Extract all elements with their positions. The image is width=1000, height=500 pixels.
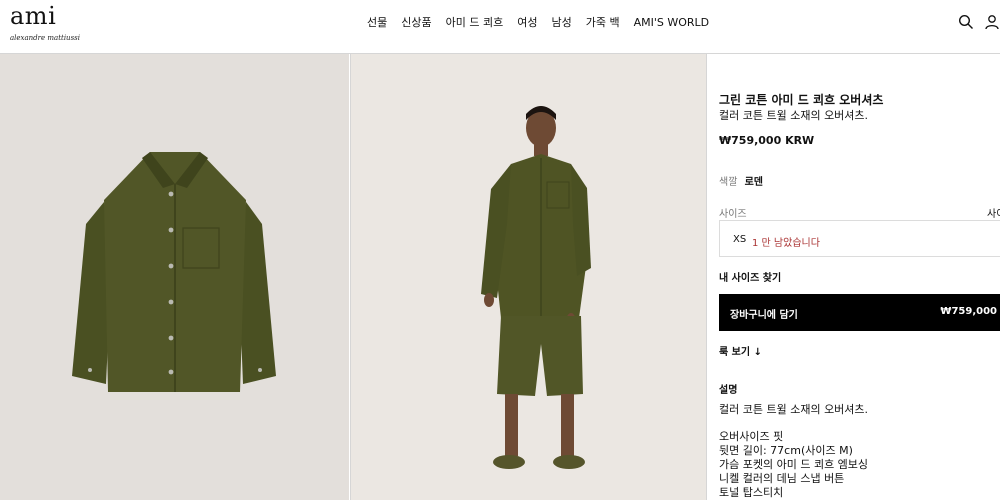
size-option-label: XS xyxy=(733,234,747,245)
detail-item: 토널 탑스티치 xyxy=(719,486,784,499)
detail-item: 오버사이즈 핏 xyxy=(719,430,784,443)
account-icon[interactable] xyxy=(984,14,1000,30)
header-icons xyxy=(958,14,1000,30)
color-row: 색깔 로덴 xyxy=(719,173,763,188)
add-to-cart-button[interactable]: 장바구니에 담기 ₩759,000 xyxy=(719,294,1000,331)
product-info-panel: 그린 코튼 아미 드 쾨흐 오버셔츠 컬러 코튼 트윌 소재의 오버셔츠. ₩7… xyxy=(719,54,1000,500)
nav-item-ami-de-coeur[interactable]: 아미 드 쾨흐 xyxy=(439,14,511,32)
view-look-link[interactable]: 룩 보기 ↓ xyxy=(719,343,762,358)
add-to-cart-label: 장바구니에 담기 xyxy=(730,310,798,321)
nav-item-leather-bags[interactable]: 가죽 백 xyxy=(579,14,627,32)
size-guide-link[interactable]: 사이 xyxy=(987,205,1000,220)
size-label: 사이즈 xyxy=(719,209,747,220)
add-to-cart-price: ₩759,000 xyxy=(940,306,997,317)
logo-text: ami xyxy=(10,2,57,30)
shirt-illustration xyxy=(72,152,276,392)
shirt-product-image[interactable] xyxy=(0,54,349,500)
product-subtitle: 컬러 코튼 트윌 소재의 오버셔츠. xyxy=(719,109,869,122)
nav-item-gifts[interactable]: 선물 xyxy=(360,14,394,32)
size-option-xs[interactable]: XS 1 만 남았습니다 xyxy=(719,220,1000,257)
detail-item: 니켈 컬러의 데님 스냅 버튼 xyxy=(719,472,845,485)
brand-logo[interactable]: ami alexandre mattiussi xyxy=(10,2,80,48)
nav-item-amis-world[interactable]: AMI'S WORLD xyxy=(627,14,717,32)
product-price: ₩759,000 KRW xyxy=(719,134,815,147)
search-icon[interactable] xyxy=(958,14,974,30)
main-nav: 선물 신상품 아미 드 쾨흐 여성 남성 가죽 백 AMI'S WORLD xyxy=(360,14,716,32)
color-value: 로덴 xyxy=(744,177,763,188)
color-label: 색깔 xyxy=(719,177,738,188)
description-heading: 설명 xyxy=(719,385,738,396)
nav-item-women[interactable]: 여성 xyxy=(510,14,544,32)
description-text: 컬러 코튼 트윌 소재의 오버셔츠. xyxy=(719,403,869,416)
logo-subtext: alexandre mattiussi xyxy=(10,34,80,42)
site-header: ami alexandre mattiussi 선물 신상품 아미 드 쾨흐 여… xyxy=(0,0,1000,54)
stock-notice: 1 만 남았습니다 xyxy=(752,238,820,249)
model-wearing-shirt-image[interactable] xyxy=(350,54,706,500)
nav-item-new[interactable]: 신상품 xyxy=(394,14,438,32)
model-illustration xyxy=(481,106,591,469)
find-my-size-link[interactable]: 내 사이즈 찾기 xyxy=(719,269,781,284)
product-title: 그린 코튼 아미 드 쾨흐 오버셔츠 xyxy=(719,93,884,107)
nav-item-men[interactable]: 남성 xyxy=(544,14,578,32)
panel-divider xyxy=(706,54,707,500)
detail-item: 뒷면 길이: 77cm(사이즈 M) xyxy=(719,444,853,457)
detail-item: 가슴 포켓의 아미 드 쾨흐 엠보싱 xyxy=(719,458,869,471)
